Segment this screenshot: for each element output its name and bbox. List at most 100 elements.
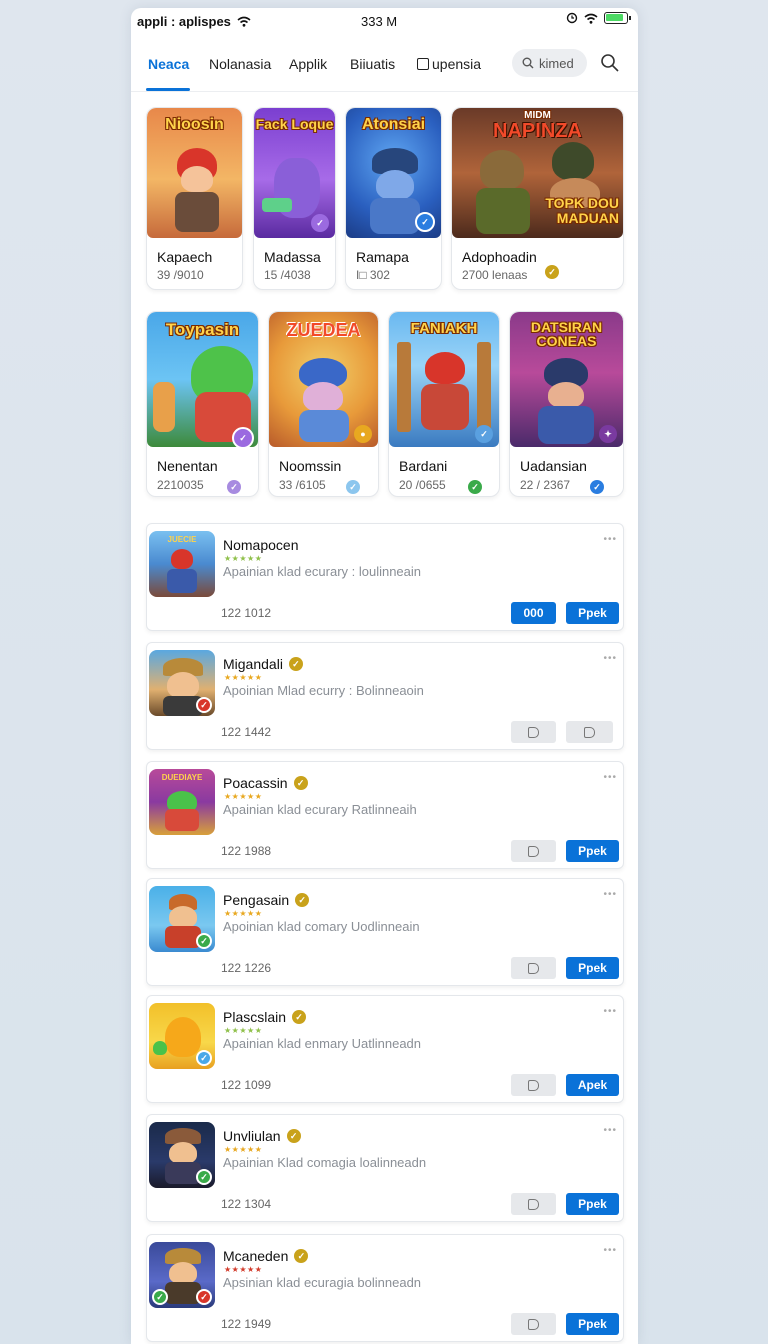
- secondary-button[interactable]: [511, 840, 556, 862]
- check-icon: ✓: [196, 933, 212, 949]
- app-thumbnail: ✓: [149, 1122, 215, 1188]
- featured-card[interactable]: Nioosin Kapaech 39 /9010: [146, 107, 243, 290]
- game-title: Nenentan: [157, 458, 218, 474]
- game-art: DATSIRAN CONEAS ✦: [510, 312, 623, 447]
- open-button[interactable]: Ppek: [566, 957, 619, 979]
- search-placeholder: kimed: [539, 55, 574, 71]
- list-item[interactable]: JUECIE Nomapocen ★★★★★ Apainian klad ecu…: [146, 523, 624, 631]
- list-item[interactable]: ✓ Pengasain ✓ ★★★★★ Apoinian klad comary …: [146, 878, 624, 986]
- check-icon: ✓: [227, 480, 241, 494]
- app-thumbnail: ✓ ✓: [149, 1242, 215, 1308]
- game-title: Uadansian: [520, 458, 587, 474]
- app-description: Apainian Klad comagia loalinneadn: [223, 1155, 427, 1170]
- more-icon[interactable]: •••: [603, 1006, 617, 1017]
- game-art: MIDM NAPINZA TOPK DOU MADUAN: [452, 108, 623, 238]
- check-icon: ✓: [152, 1289, 168, 1305]
- tab-nolanasia[interactable]: Nolanasia: [209, 56, 271, 72]
- verified-icon: ✓: [545, 265, 559, 279]
- secondary-button[interactable]: [511, 1074, 556, 1096]
- list-item[interactable]: ✓ Migandali ✓ ★★★★★ Apoinian Mlad ecurry …: [146, 642, 624, 750]
- battery-icon: [604, 12, 631, 24]
- featured-card[interactable]: ZUEDEA ● Noomssin 33 /6105 ✓: [268, 311, 379, 497]
- featured-card[interactable]: FANIAKH ✓ Bardani 20 /0655 ✓: [388, 311, 500, 497]
- featured-card[interactable]: Fack Loque ✓ Madassa 15 /4038: [253, 107, 336, 290]
- star-rating: ★★★★★: [224, 1026, 263, 1035]
- download-count: I□ 302: [356, 268, 390, 282]
- check-icon: ✓: [196, 697, 212, 713]
- more-icon[interactable]: •••: [603, 534, 617, 545]
- tab-upensia[interactable]: upensia: [417, 56, 481, 72]
- download-count: 39 /9010: [157, 268, 204, 282]
- download-count: 20 /0655: [399, 478, 446, 492]
- file-icon: [528, 1198, 539, 1210]
- file-icon: [528, 1318, 539, 1330]
- app-description: Apoinian klad comary Uodlinneain: [223, 919, 420, 934]
- open-button[interactable]: Ppek: [566, 840, 619, 862]
- game-title: Ramapa: [356, 249, 409, 265]
- open-button[interactable]: Apek: [566, 1074, 619, 1096]
- app-name: Plascslain: [223, 1009, 287, 1025]
- file-icon: [528, 845, 539, 857]
- game-title: Noomssin: [279, 458, 342, 474]
- tab-neaca[interactable]: Neaca: [148, 56, 189, 72]
- app-description: Apainian klad enmary Uatlinneadn: [223, 1036, 422, 1051]
- status-bar: appli : aplispes 333 M: [131, 8, 638, 34]
- app-name: Mcaneden: [223, 1248, 289, 1264]
- app-meta: 122 1949: [221, 1317, 272, 1331]
- more-icon[interactable]: •••: [603, 653, 617, 664]
- app-thumbnail: ✓: [149, 1003, 215, 1069]
- clock: 333 M: [361, 14, 398, 29]
- secondary-button[interactable]: 000: [511, 602, 556, 624]
- game-art: Atonsiai ✓: [346, 108, 441, 238]
- open-button[interactable]: Ppek: [566, 602, 619, 624]
- secondary-button[interactable]: [511, 957, 556, 979]
- secondary-button[interactable]: [511, 1313, 556, 1335]
- featured-card[interactable]: MIDM NAPINZA TOPK DOU MADUAN Adophoadin …: [451, 107, 624, 290]
- tab-biiuatis[interactable]: Biiuatis: [350, 56, 395, 72]
- verified-icon: ✓: [311, 214, 329, 232]
- badge-icon: ●: [354, 425, 372, 443]
- app-thumbnail: ✓: [149, 886, 215, 952]
- more-icon[interactable]: •••: [603, 772, 617, 783]
- star-rating: ★★★★★: [224, 792, 263, 801]
- download-count: 15 /4038: [264, 268, 311, 282]
- game-title: Adophoadin: [462, 249, 537, 265]
- secondary-button[interactable]: [511, 1193, 556, 1215]
- secondary-button[interactable]: [511, 721, 556, 743]
- list-item[interactable]: ✓ Unvliulan ✓ ★★★★★ Apainian Klad comagia…: [146, 1114, 624, 1222]
- star-rating: ★★★★★: [224, 1265, 263, 1274]
- more-icon[interactable]: •••: [603, 1125, 617, 1136]
- featured-card[interactable]: DATSIRAN CONEAS ✦ Uadansian 22 / 2367 ✓: [509, 311, 624, 497]
- star-rating: ★★★★★: [224, 909, 263, 918]
- check-icon: ✓: [196, 1289, 212, 1305]
- featured-card[interactable]: Toypasin ✓ Nenentan 2210035 ✓: [146, 311, 259, 497]
- search-icon[interactable]: [599, 52, 621, 74]
- more-icon[interactable]: •••: [603, 1245, 617, 1256]
- app-thumbnail: DUEDIAYE: [149, 769, 215, 835]
- app-meta: 122 1012: [221, 606, 272, 620]
- open-button[interactable]: Ppek: [566, 1193, 619, 1215]
- more-icon[interactable]: •••: [603, 889, 617, 900]
- list-item[interactable]: ✓ ✓ Mcaneden ✓ ★★★★★ Apsinian klad ecurag…: [146, 1234, 624, 1342]
- download-count: 22 / 2367: [520, 478, 571, 492]
- check-icon: ✓: [196, 1050, 212, 1066]
- game-title: Kapaech: [157, 249, 213, 265]
- app-description: Apainian klad ecurary Ratlinneaih: [223, 802, 417, 817]
- verified-icon: ✓: [232, 427, 254, 447]
- file-icon: [584, 726, 595, 738]
- app-meta: 122 1442: [221, 725, 272, 739]
- wifi-icon: [584, 13, 598, 24]
- list-item[interactable]: DUEDIAYE Poacassin ✓ ★★★★★ Apainian klad …: [146, 761, 624, 869]
- featured-card[interactable]: Atonsiai ✓ Ramapa I□ 302: [345, 107, 442, 290]
- app-thumbnail: JUECIE: [149, 531, 215, 597]
- secondary-button[interactable]: [566, 721, 613, 743]
- tab-applik[interactable]: Applik: [289, 56, 327, 72]
- search-icon: [522, 57, 534, 69]
- game-art: Fack Loque ✓: [254, 108, 335, 238]
- divider: [131, 91, 638, 92]
- app-name: Migandali: [223, 656, 283, 672]
- list-item[interactable]: ✓ Plascslain ✓ ★★★★★ Apainian klad enmary…: [146, 995, 624, 1103]
- check-icon: ✓: [590, 480, 604, 494]
- open-button[interactable]: Ppek: [566, 1313, 619, 1335]
- search-input[interactable]: kimed: [512, 49, 587, 77]
